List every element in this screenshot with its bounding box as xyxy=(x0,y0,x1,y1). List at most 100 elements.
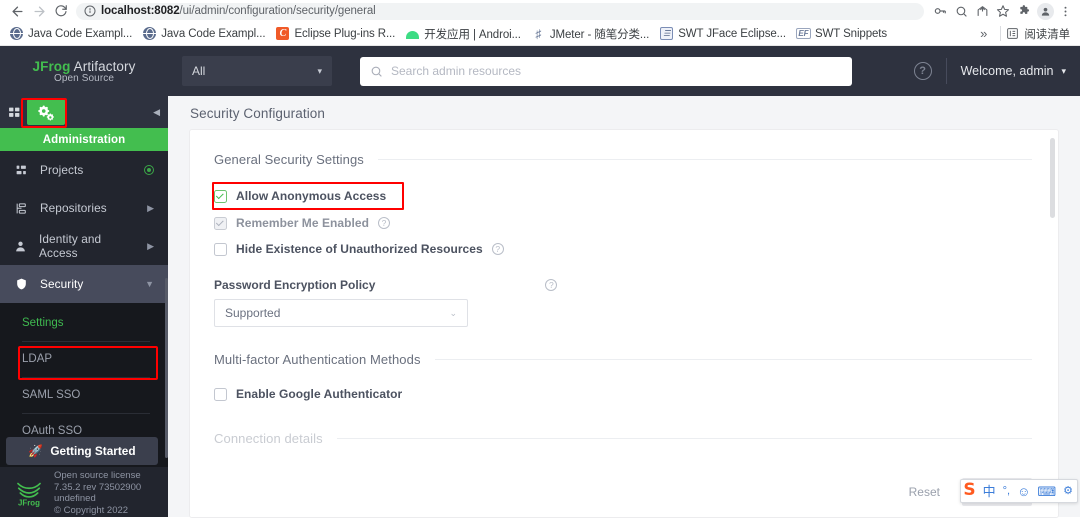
divider xyxy=(336,438,1032,439)
password-encryption-policy-label-row: Password Encryption Policy ? xyxy=(214,278,1032,292)
reload-icon[interactable] xyxy=(50,1,72,21)
puzzle-extension-icon[interactable] xyxy=(1015,1,1035,21)
card-scrollbar[interactable] xyxy=(1050,138,1055,218)
android-favicon xyxy=(406,27,420,40)
ime-toolbox-icon[interactable]: ⚙ xyxy=(1063,485,1073,497)
bookmark-item[interactable]: ♯ JMeter - 随笔分类... xyxy=(528,24,656,44)
chevron-down-icon: ▾ xyxy=(1061,65,1066,76)
sidebar-item-label: Repositories xyxy=(40,201,107,215)
page-header: Security Configuration xyxy=(168,96,1080,130)
reading-list-label[interactable]: 阅读清单 xyxy=(1024,26,1074,42)
brand-block: JFrog Artifactory Open Source xyxy=(0,46,168,96)
sidebar-subitem-ldap[interactable]: LDAP xyxy=(0,341,168,377)
hide-existence-checkbox[interactable] xyxy=(214,242,227,256)
connection-details-header: Connection details xyxy=(214,431,1032,446)
module-label: Administration xyxy=(0,128,168,151)
sidebar-subitem-saml-sso[interactable]: SAML SSO xyxy=(0,377,168,413)
three-dot-menu-icon[interactable] xyxy=(1056,1,1074,21)
sogou-logo-icon[interactable]: S xyxy=(963,481,975,499)
checkbox-row-hide-existence-of-unauthorized-resources[interactable]: Hide Existence of Unauthorized Resources… xyxy=(214,236,1032,262)
sidebar-nav-list: Projects Repositories ▶ Identity and Acc… xyxy=(0,151,168,303)
bookmark-item[interactable]: 开发应用 | Androi... xyxy=(402,24,528,44)
key-icon[interactable] xyxy=(930,1,950,21)
sidebar-subitem-settings[interactable]: Settings xyxy=(0,305,168,341)
module-switcher-row: ◀ xyxy=(0,96,168,128)
getting-started-button[interactable]: 🚀 Getting Started xyxy=(6,437,158,465)
brand-jfrog: JFrog xyxy=(32,58,71,74)
ime-language-mode[interactable]: 中 xyxy=(983,485,996,498)
help-question-icon[interactable]: ? xyxy=(491,243,504,255)
page-title: Security Configuration xyxy=(190,105,326,121)
divider xyxy=(1000,26,1002,41)
forward-arrow-icon[interactable] xyxy=(28,1,50,21)
help-question-icon[interactable]: ? xyxy=(545,279,558,291)
main-area: All ▾ Search admin resources ? Welcome, … xyxy=(168,46,1080,517)
checkbox-row-enable-google-authenticator[interactable]: Enable Google Authenticator xyxy=(214,381,1032,407)
help-question-icon[interactable]: ? xyxy=(913,62,932,80)
sidebar-item-security[interactable]: Security ▼ xyxy=(0,265,168,303)
shield-icon xyxy=(14,277,28,291)
ime-punctuation-mode[interactable]: °, xyxy=(1003,485,1010,497)
bookmark-label: Java Code Exampl... xyxy=(161,27,266,40)
keyboard-icon[interactable]: ⌨ xyxy=(1037,485,1056,498)
checkbox-row-allow-anonymous-access[interactable]: Allow Anonymous Access xyxy=(214,182,1032,210)
sidebar-item-projects[interactable]: Projects xyxy=(0,151,168,189)
search-placeholder: Search admin resources xyxy=(391,64,522,78)
url-path: /ui/admin/configuration/security/general xyxy=(179,5,376,17)
app-grid-icon[interactable] xyxy=(8,106,21,119)
sidebar-item-label: Projects xyxy=(40,163,84,177)
brand-product: Artifactory xyxy=(70,58,136,74)
reset-button[interactable]: Reset xyxy=(897,479,952,505)
bookmark-item[interactable]: Java Code Exampl... xyxy=(6,25,139,42)
checkbox-row-remember-me-enabled[interactable]: Remember Me Enabled ? xyxy=(214,210,1032,236)
section-title: Connection details xyxy=(214,431,323,446)
admin-search-box[interactable]: Search admin resources xyxy=(360,56,852,86)
omnibox[interactable]: localhost:8082/ui/admin/configuration/se… xyxy=(76,2,924,20)
profile-avatar-icon[interactable] xyxy=(1037,2,1054,20)
bookmark-overflow-button[interactable]: » xyxy=(972,26,995,41)
bookmark-item[interactable]: ☰ SWT JFace Eclipse... xyxy=(656,25,793,42)
swt-favicon: ☰ xyxy=(660,27,674,40)
bookmark-item[interactable]: C Eclipse Plug-ins R... xyxy=(272,25,402,42)
share-icon[interactable] xyxy=(972,1,992,21)
site-info-icon[interactable] xyxy=(84,5,96,17)
checkbox-label: Hide Existence of Unauthorized Resources xyxy=(236,242,483,256)
sogou-ime-toolbar[interactable]: S 中 °, ☺ ⌨ ⚙ xyxy=(960,479,1078,503)
chrome-right-actions xyxy=(1013,1,1074,21)
gears-admin-icon[interactable] xyxy=(27,99,65,125)
remember-me-enabled-checkbox[interactable] xyxy=(214,216,227,230)
bookmark-item[interactable]: Java Code Exampl... xyxy=(139,25,272,42)
emoji-icon[interactable]: ☺ xyxy=(1017,485,1030,498)
search-icon[interactable] xyxy=(951,1,971,21)
mfa-header: Multi-factor Authentication Methods xyxy=(214,352,1032,367)
password-encryption-policy-select[interactable]: Supported ⌄ xyxy=(214,299,468,327)
help-question-icon[interactable]: ? xyxy=(378,217,390,229)
reading-list-icon[interactable] xyxy=(1006,27,1019,40)
getting-started-label: Getting Started xyxy=(50,444,136,458)
projects-icon xyxy=(14,164,28,177)
bookmark-label: JMeter - 随笔分类... xyxy=(549,28,650,41)
license-line: 7.35.2 rev 73502900 xyxy=(54,481,142,493)
back-arrow-icon[interactable] xyxy=(6,1,28,21)
star-icon[interactable] xyxy=(993,1,1013,21)
sidebar: JFrog Artifactory Open Source ◀ Administ… xyxy=(0,46,168,517)
sidebar-subitem-label: SAML SSO xyxy=(22,389,81,401)
jfrog-app: JFrog Artifactory Open Source ◀ Administ… xyxy=(0,46,1080,517)
chevron-right-icon: ▶ xyxy=(147,202,154,213)
divider xyxy=(377,159,1032,160)
sidebar-item-identity-and-access[interactable]: Identity and Access ▶ xyxy=(0,227,168,265)
user-menu[interactable]: Welcome, admin ▾ xyxy=(961,64,1066,78)
scope-select[interactable]: All ▾ xyxy=(182,56,332,86)
allow-anonymous-access-checkbox[interactable] xyxy=(214,189,227,203)
settings-form: General Security Settings Allow Anonymou… xyxy=(190,130,1058,446)
checkbox-label: Remember Me Enabled xyxy=(236,216,369,230)
sidebar-item-repositories[interactable]: Repositories ▶ xyxy=(0,189,168,227)
section-title: General Security Settings xyxy=(214,152,364,167)
bookmark-item[interactable]: EF SWT Snippets xyxy=(793,25,894,42)
license-line: Open source license xyxy=(54,470,141,481)
search-icon xyxy=(370,65,383,78)
top-bar: All ▾ Search admin resources ? Welcome, … xyxy=(168,46,1080,96)
url-host: localhost:8082 xyxy=(101,5,180,17)
collapse-left-icon[interactable]: ◀ xyxy=(153,107,160,118)
enable-google-authenticator-checkbox[interactable] xyxy=(214,387,227,401)
